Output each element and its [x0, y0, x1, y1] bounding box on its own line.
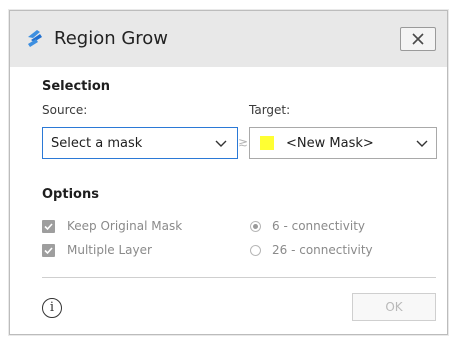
target-value: <New Mask>	[286, 136, 374, 151]
source-value: Select a mask	[51, 136, 143, 151]
selection-heading: Selection	[42, 79, 111, 94]
source-dropdown[interactable]: Select a mask	[42, 127, 238, 159]
connectivity-6-label: 6 - connectivity	[272, 219, 366, 233]
divider	[42, 277, 436, 278]
target-dropdown[interactable]: <New Mask>	[249, 127, 437, 159]
region-grow-dialog: Region Grow Selection Source: Target: Se…	[9, 10, 448, 335]
multiple-layer-label: Multiple Layer	[67, 243, 152, 257]
connectivity-26-radio[interactable]	[250, 245, 261, 256]
keep-original-mask-label: Keep Original Mask	[67, 219, 183, 233]
ok-button[interactable]: OK	[352, 293, 436, 321]
arrow-icon: ≳	[238, 135, 249, 149]
connectivity-6-radio[interactable]	[250, 221, 261, 232]
keep-original-mask-checkbox[interactable]	[42, 220, 55, 233]
mask-color-swatch	[260, 136, 274, 150]
window-title: Region Grow	[54, 28, 169, 49]
source-label: Source:	[42, 103, 88, 117]
checkmark-icon	[44, 247, 53, 255]
checkmark-icon	[44, 223, 53, 231]
multiple-layer-checkbox[interactable]	[42, 244, 55, 257]
info-icon[interactable]: i	[42, 298, 62, 318]
close-icon	[412, 33, 424, 45]
chevron-down-icon	[416, 140, 428, 147]
chevron-down-icon	[215, 140, 227, 147]
title-bar[interactable]: Region Grow	[10, 11, 447, 67]
target-label: Target:	[249, 103, 291, 117]
close-button[interactable]	[400, 27, 436, 51]
connectivity-26-label: 26 - connectivity	[272, 243, 373, 257]
options-heading: Options	[42, 187, 99, 202]
region-grow-icon	[28, 30, 42, 47]
